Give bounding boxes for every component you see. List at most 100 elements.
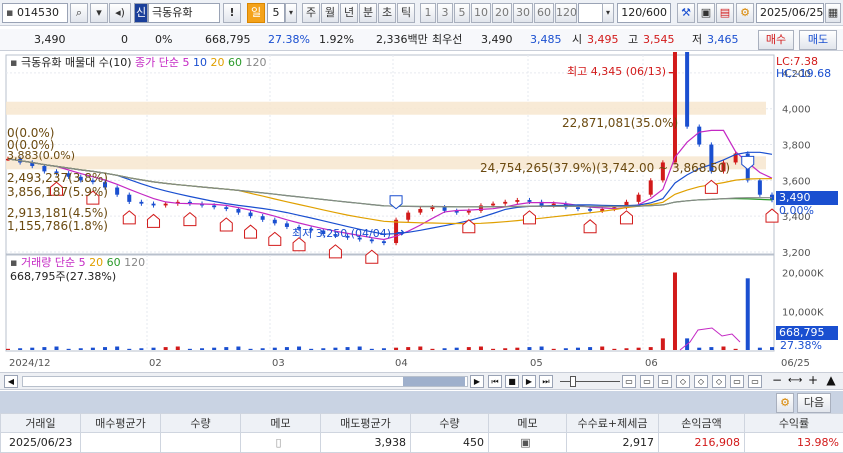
profit-cell: 216,908: [658, 432, 745, 453]
candle-body: [139, 201, 144, 204]
scrollbar-thumb[interactable]: [403, 377, 465, 386]
volume-bar: [588, 347, 593, 350]
tool-icon[interactable]: ◇: [676, 375, 690, 388]
period-second-button[interactable]: 초: [378, 3, 396, 23]
volume-bar: [30, 347, 35, 350]
chevron-down-icon[interactable]: ▾: [90, 3, 108, 23]
tool-icon[interactable]: ▭: [622, 375, 636, 388]
price-tick-label: 3,200: [782, 248, 811, 259]
alert-button[interactable]: !: [223, 3, 241, 23]
zoom-fit-icon[interactable]: ⟷: [788, 375, 802, 388]
save-icon[interactable]: ▣: [697, 3, 715, 23]
candle-body: [697, 126, 702, 145]
last-icon[interactable]: ⏭: [539, 375, 553, 388]
memo-icon[interactable]: ▯: [275, 436, 281, 449]
interval-10-button[interactable]: 10: [471, 3, 491, 23]
profile-label-7: 3,856,187(5.9%): [7, 185, 108, 199]
sell-button[interactable]: 매도: [799, 30, 837, 50]
search-icon[interactable]: ⌕: [70, 3, 88, 23]
interval-120-button[interactable]: 120: [555, 3, 577, 23]
candle-body: [636, 194, 641, 202]
arrow-right-icon: ➜: [668, 66, 678, 79]
volume-legend-name: 거래량: [20, 256, 52, 269]
table-row[interactable]: 2025/06/23 ▯ 3,938 450 ▣ 2,917 216,908 1…: [0, 432, 843, 453]
zoom-in-icon[interactable]: +: [806, 374, 820, 388]
period-dropdown-icon[interactable]: ▾: [285, 3, 297, 23]
chart-area[interactable]: 4,200 4,000 3,800 3,600 3,400 3,200 20,000K 10,…: [0, 52, 843, 370]
tool-icon[interactable]: ◇: [694, 375, 708, 388]
date-field[interactable]: 2025/06/25: [756, 3, 824, 23]
next-button[interactable]: 다음: [797, 393, 831, 413]
stock-name-field[interactable]: 극동유화: [148, 3, 220, 23]
gear-icon[interactable]: ⚙: [776, 393, 794, 413]
scroll-right-icon[interactable]: ▶: [470, 375, 484, 388]
volume-bar: [297, 346, 302, 350]
next-icon[interactable]: ▶: [522, 375, 536, 388]
period-day-button[interactable]: 일: [247, 3, 265, 23]
memo-cell[interactable]: ▯: [240, 432, 321, 453]
interval-20-button[interactable]: 20: [492, 3, 512, 23]
calendar-icon[interactable]: ▦: [825, 3, 841, 23]
period-minute-button[interactable]: 분: [359, 3, 377, 23]
tool-icon[interactable]: ▭: [730, 375, 744, 388]
candle-body: [442, 207, 447, 211]
interval-60-button[interactable]: 60: [534, 3, 554, 23]
zoom-out-icon[interactable]: −: [770, 374, 784, 388]
volume-bar: [466, 347, 471, 350]
trade-history-table: 거래일 매수평균가 수량 메모 매도평균가 수량 메모 수수료+제세금 손익금액…: [0, 413, 843, 453]
stock-code-input[interactable]: ▪ 014530: [2, 3, 68, 23]
memo-edit-icon[interactable]: ▣: [520, 436, 530, 449]
buy-button[interactable]: 매수: [758, 30, 794, 50]
first-icon[interactable]: ⏮: [488, 375, 502, 388]
buy-avg-cell: [80, 432, 161, 453]
interval-1-button[interactable]: 1: [420, 3, 436, 23]
interval-30-button[interactable]: 30: [513, 3, 533, 23]
period-week-button[interactable]: 주: [302, 3, 320, 23]
tool-icon[interactable]: ◇: [712, 375, 726, 388]
volume-bar: [515, 347, 520, 350]
open-price: 3,495: [587, 33, 619, 46]
tool-icon[interactable]: ▭: [748, 375, 762, 388]
interval-5-button[interactable]: 5: [454, 3, 470, 23]
chart-canvas[interactable]: 4,2004,0003,8003,6003,4003,20020,000K10,…: [0, 52, 843, 370]
col-header: 메모: [240, 413, 321, 433]
interval-3-button[interactable]: 3: [437, 3, 453, 23]
zoom-slider[interactable]: [560, 381, 620, 382]
open-label: 시: [572, 33, 583, 46]
period-month-button[interactable]: 월: [321, 3, 339, 23]
price-legend-name: 극동유화 매물대 수(10): [20, 56, 132, 69]
gear-icon[interactable]: ⚙: [736, 3, 754, 23]
volume-profile-band: [6, 101, 766, 115]
tool-icon[interactable]: ▭: [640, 375, 654, 388]
memo-cell[interactable]: ▣: [488, 432, 567, 453]
interval-dropdown-icon[interactable]: ▾: [602, 3, 614, 23]
candle-body: [466, 210, 471, 213]
price-tick-label: 4,000: [782, 105, 811, 116]
ma20-legend: 20: [210, 56, 225, 69]
hammer-icon[interactable]: ⚒: [677, 3, 695, 23]
date-tick-label: 02: [149, 358, 162, 369]
chart-menu-icon[interactable]: ▪: [10, 56, 17, 69]
bar-count-field[interactable]: 120/600: [617, 3, 671, 23]
volume-menu-icon[interactable]: ▪: [10, 256, 17, 269]
volume-bar: [478, 346, 483, 350]
volume-bar: [151, 347, 156, 350]
chart-icon[interactable]: ▤: [716, 3, 734, 23]
volume-readout: 668,795주(27.38%): [10, 270, 117, 283]
period-year-button[interactable]: 년: [340, 3, 358, 23]
volume-bar: [442, 348, 447, 350]
tool-icon[interactable]: ▭: [658, 375, 672, 388]
volume-bar: [345, 347, 350, 350]
zoom-slider-handle[interactable]: [570, 376, 576, 387]
volume-bar: [175, 346, 180, 350]
credit-badge: 신: [134, 3, 148, 23]
scroll-left-icon[interactable]: ◀: [4, 375, 18, 388]
period-value-field[interactable]: 5: [267, 3, 285, 23]
horizontal-scrollbar[interactable]: [22, 376, 468, 387]
speaker-icon[interactable]: ◂): [109, 3, 131, 23]
period-tick-button[interactable]: 틱: [397, 3, 415, 23]
expand-icon[interactable]: ▲: [824, 374, 838, 388]
stop-icon[interactable]: ■: [505, 375, 519, 388]
volume-bar: [745, 278, 750, 350]
volume-bar: [575, 347, 580, 350]
